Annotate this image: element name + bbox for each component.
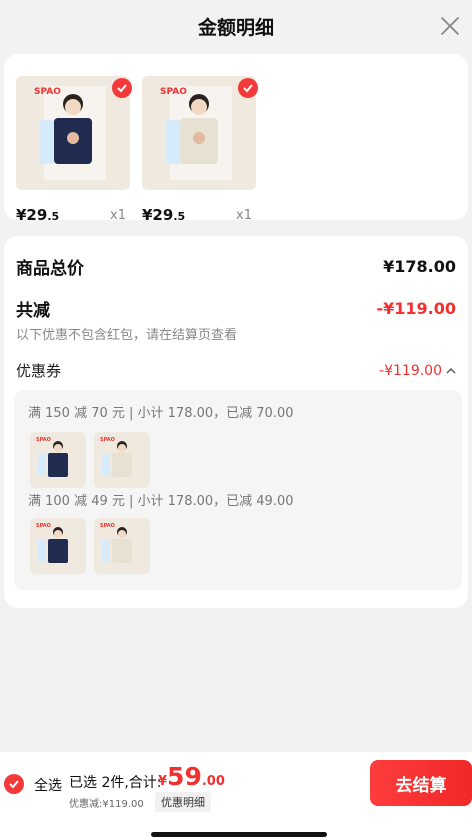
total-row: 商品总价 ¥178.00	[16, 254, 456, 279]
total-price: ¥59.00	[158, 762, 225, 791]
chevron-up-icon[interactable]	[446, 366, 456, 376]
product-price: ¥29.5	[16, 206, 60, 224]
coupon-row[interactable]: 优惠券 -¥119.00	[16, 360, 456, 381]
product-selected-check-icon[interactable]	[112, 78, 132, 98]
product-card: SPAO ¥29.5 x1 SPAO ¥29.5 x1	[4, 54, 468, 224]
discount-amount-text: 优惠减:¥119.00	[69, 799, 144, 810]
discount-note: 以下优惠不包含红包，请在结算页查看	[16, 328, 238, 343]
svg-text:SPAO: SPAO	[36, 523, 51, 529]
total-label: 商品总价	[16, 259, 84, 279]
checkout-button[interactable]: 去结算	[370, 760, 472, 806]
product-selected-check-icon[interactable]	[238, 78, 258, 98]
close-button[interactable]	[436, 12, 464, 40]
page-title: 金额明细	[197, 16, 274, 39]
coupon-product-thumbnail: SPAO	[94, 432, 150, 488]
summary-card: 商品总价 ¥178.00 共减 -¥119.00 以下优惠不包含红包，请在结算页…	[4, 236, 468, 608]
coupon-title: 满 150 减 70 元 | 小计 178.00，已减 70.00	[28, 406, 294, 421]
reduce-row: 共减 -¥119.00	[16, 296, 456, 321]
product-item[interactable]: SPAO ¥29.5 x1	[16, 76, 132, 224]
close-icon	[441, 17, 459, 35]
discount-detail-button[interactable]: 优惠明细	[155, 792, 211, 812]
coupon-amount: -¥119.00	[379, 362, 442, 379]
coupon-product-thumbnail: SPAO	[94, 518, 150, 574]
svg-text:SPAO: SPAO	[100, 437, 115, 443]
selected-count-text: 已选 2件,合计:	[69, 775, 162, 791]
coupon-detail-box: 满 150 减 70 元 | 小计 178.00，已减 70.00 SPAO S…	[14, 390, 462, 590]
coupon-label: 优惠券	[16, 362, 62, 380]
product-item[interactable]: SPAO ¥29.5 x1	[142, 76, 258, 224]
product-qty: x1	[236, 208, 252, 223]
svg-text:SPAO: SPAO	[36, 437, 51, 443]
select-all-check-icon[interactable]	[4, 774, 24, 794]
header: 金额明细	[0, 0, 472, 52]
total-value: ¥178.00	[383, 257, 456, 276]
coupon-product-thumbnail: SPAO	[30, 432, 86, 488]
product-price: ¥29.5	[142, 206, 186, 224]
home-indicator	[151, 832, 327, 837]
coupon-product-thumbnail: SPAO	[30, 518, 86, 574]
select-all-label[interactable]: 全选	[34, 775, 62, 795]
checkout-bar: 全选 已选 2件,合计: ¥59.00 优惠减:¥119.00 优惠明细 去结算	[0, 752, 472, 840]
svg-text:SPAO: SPAO	[160, 87, 187, 97]
reduce-value: -¥119.00	[376, 299, 456, 318]
reduce-label: 共减	[16, 301, 50, 321]
coupon-title: 满 100 减 49 元 | 小计 178.00，已减 49.00	[28, 494, 294, 509]
svg-text:SPAO: SPAO	[34, 87, 61, 97]
svg-text:SPAO: SPAO	[100, 523, 115, 529]
product-qty: x1	[110, 208, 126, 223]
coupon-value[interactable]: -¥119.00	[379, 363, 456, 379]
